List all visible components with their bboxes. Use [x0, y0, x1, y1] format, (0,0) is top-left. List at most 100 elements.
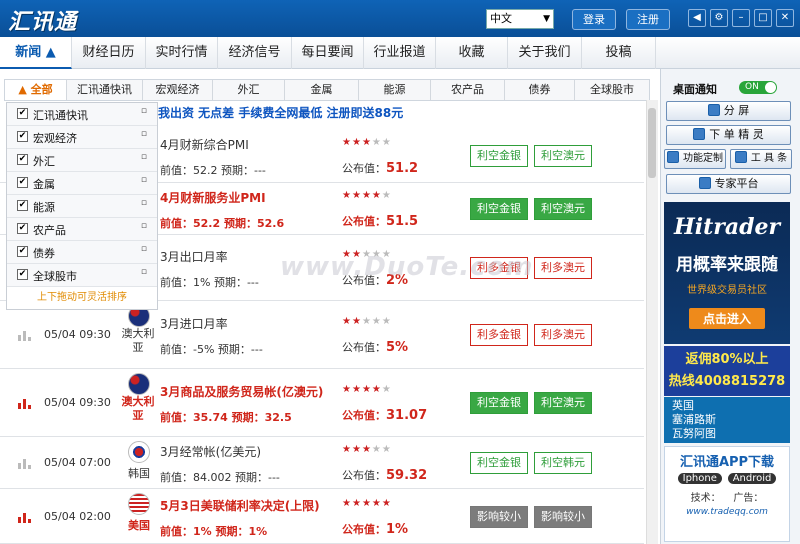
split-screen-button[interactable]: 分 屏 [666, 101, 791, 121]
expert-platform-button[interactable]: 专家平台 [666, 174, 791, 194]
promo-banner[interactable]: 我出资 无点差 手续费全网最低 注册即送88元 [158, 104, 403, 121]
hitrader-ad[interactable]: Hitrader 用概率来跟随 世界级交易员社区 点击进入 [664, 202, 790, 344]
grid-icon [698, 177, 711, 189]
toolbar-button[interactable]: 工 具 条 [730, 149, 792, 169]
drag-handle-icon[interactable]: ▫ [141, 198, 147, 208]
checkbox[interactable]: ✔ [17, 200, 28, 211]
order-label: 下 单 精 灵 [709, 128, 764, 141]
table-row[interactable]: 05/04 02:00 美国 5月3日美联储利率决定(上限) 前值：1% 预期：1% ★… [0, 489, 644, 544]
impact-tag[interactable]: 利多金银 [470, 324, 528, 346]
impact-tag[interactable]: 利空金银 [470, 392, 528, 414]
chart-icon[interactable] [18, 457, 32, 469]
chart-icon[interactable] [18, 397, 32, 409]
tab-news[interactable]: 新闻 ▲ [0, 37, 72, 69]
dropdown-item[interactable]: ✔ 金属 ▫ [7, 172, 157, 195]
checkbox[interactable]: ✔ [17, 154, 28, 165]
cat-forex[interactable]: 外汇 [213, 80, 285, 100]
chart-icon[interactable] [18, 511, 32, 523]
register-button[interactable]: 注册 [626, 9, 670, 30]
settings-icon[interactable]: ⚙ [710, 9, 728, 27]
rebate-line1: 返佣80%以上 [685, 352, 769, 367]
drag-handle-icon[interactable]: ▫ [141, 129, 147, 139]
impact-tag[interactable]: 利多澳元 [534, 257, 592, 279]
site-url[interactable]: www.tradeqq.com [665, 507, 789, 517]
drag-handle-icon[interactable]: ▫ [141, 244, 147, 254]
table-row[interactable]: 05/04 07:00 韩国 3月经常帐(亿美元) 前值：84.002 预期：--- ★… [0, 437, 644, 489]
tab-quotes[interactable]: 实时行情 [146, 37, 218, 69]
dropdown-item[interactable]: ✔ 能源 ▫ [7, 195, 157, 218]
desktop-notify-toggle[interactable]: ON [739, 81, 777, 94]
minimize-icon[interactable]: – [732, 9, 750, 27]
close-icon[interactable]: ✕ [776, 9, 794, 27]
dropdown-item[interactable]: ✔ 农产品 ▫ [7, 218, 157, 241]
dropdown-item-label: 金属 [33, 178, 55, 191]
checkbox[interactable]: ✔ [17, 246, 28, 257]
tab-industry[interactable]: 行业报道 [364, 37, 436, 69]
event-name: 3月商品及服务贸易帐(亿澳元) [160, 385, 324, 399]
checkbox[interactable]: ✔ [17, 223, 28, 234]
cat-macro[interactable]: 宏观经济 [143, 80, 213, 100]
impact-tag[interactable]: 影响较小 [470, 505, 528, 528]
cat-bonds[interactable]: 债券 [505, 80, 575, 100]
table-row[interactable]: 05/04 09:30 澳大利亚 3月商品及服务贸易帐(亿澳元) 前值：35.74 预… [0, 369, 644, 437]
drag-handle-icon[interactable]: ▫ [141, 175, 147, 185]
table-row[interactable]: 05/04 09:30 澳大利亚 3月进口月率 前值：-5% 预期：--- ★★★★★ 公… [0, 301, 644, 369]
checkbox[interactable]: ✔ [17, 177, 28, 188]
regulation-ad[interactable]: 英国 塞浦路斯 瓦努阿图 [664, 397, 790, 443]
event-name: 4月财新综合PMI [160, 137, 249, 152]
drag-handle-icon[interactable]: ▫ [141, 106, 147, 116]
dropdown-item[interactable]: ✔ 全球股市 ▫ [7, 264, 157, 287]
sound-icon[interactable]: ◀ [688, 9, 706, 27]
ad-enter-button[interactable]: 点击进入 [688, 308, 765, 329]
chart-icon[interactable] [18, 329, 32, 341]
impact-tag[interactable]: 利空澳元 [534, 392, 592, 414]
drag-handle-icon[interactable]: ▫ [141, 152, 147, 162]
customize-button[interactable]: 功能定制 [664, 149, 726, 169]
tab-favorites[interactable]: 收藏 [436, 37, 508, 69]
event-previous: 前值：1% 预期：--- [160, 276, 259, 289]
impact-tag[interactable]: 利空澳元 [534, 144, 592, 167]
drag-handle-icon[interactable]: ▫ [141, 267, 147, 277]
rebate-ad[interactable]: 返佣80%以上 热线4008815278 [664, 346, 790, 396]
published-value: 公布值：51.2 [342, 160, 419, 176]
impact-tag[interactable]: 利多澳元 [534, 324, 592, 346]
drag-handle-icon[interactable]: ▫ [141, 221, 147, 231]
language-select[interactable]: 中文 ▼ [486, 9, 554, 29]
cat-stocks[interactable]: 全球股市 [575, 80, 649, 100]
checkbox[interactable]: ✔ [17, 108, 28, 119]
dropdown-item[interactable]: ✔ 外汇 ▫ [7, 149, 157, 172]
iphone-button[interactable]: Iphone [677, 473, 722, 484]
event-previous: 前值：52.2 预期：--- [160, 163, 266, 177]
maximize-icon[interactable]: □ [754, 9, 772, 27]
impact-tag[interactable]: 利空韩元 [534, 452, 592, 474]
dropdown-item[interactable]: ✔ 宏观经济 ▫ [7, 126, 157, 149]
map-line1: 英国 [672, 399, 694, 412]
impact-tag[interactable]: 利空金银 [470, 144, 528, 167]
dropdown-item[interactable]: ✔ 债券 ▫ [7, 241, 157, 264]
tab-calendar[interactable]: 财经日历 [72, 37, 146, 69]
dropdown-item[interactable]: ✔ 汇讯通快讯 ▫ [7, 103, 157, 126]
impact-tag[interactable]: 利空金银 [470, 198, 528, 220]
impact-tag[interactable]: 影响较小 [534, 505, 592, 528]
order-wizard-button[interactable]: 下 单 精 灵 [666, 125, 791, 145]
cat-energy[interactable]: 能源 [359, 80, 431, 100]
impact-tag[interactable]: 利空金银 [470, 452, 528, 474]
tab-submit[interactable]: 投稿 [582, 37, 656, 69]
dropdown-item-label: 汇讯通快讯 [33, 109, 88, 122]
tab-signals[interactable]: 经济信号 [218, 37, 292, 69]
cat-agri[interactable]: 农产品 [431, 80, 505, 100]
checkbox[interactable]: ✔ [17, 131, 28, 142]
scrollbar-thumb[interactable] [648, 108, 656, 178]
importance-stars: ★★★★★ [342, 316, 392, 327]
cat-all[interactable]: ▲ 全部 [5, 80, 67, 100]
tab-about[interactable]: 关于我们 [508, 37, 582, 69]
app-download-ad[interactable]: 汇讯通APP下载 Iphone Android 技术： 广告： www.trad… [664, 446, 790, 542]
cat-metal[interactable]: 金属 [285, 80, 359, 100]
checkbox[interactable]: ✔ [17, 269, 28, 280]
cat-flash[interactable]: 汇讯通快讯 [67, 80, 143, 100]
login-button[interactable]: 登录 [572, 9, 616, 30]
impact-tag[interactable]: 利空澳元 [534, 198, 592, 220]
android-button[interactable]: Android [727, 473, 777, 484]
tab-daily-news[interactable]: 每日要闻 [292, 37, 364, 69]
event-name: 3月出口月率 [160, 250, 228, 264]
